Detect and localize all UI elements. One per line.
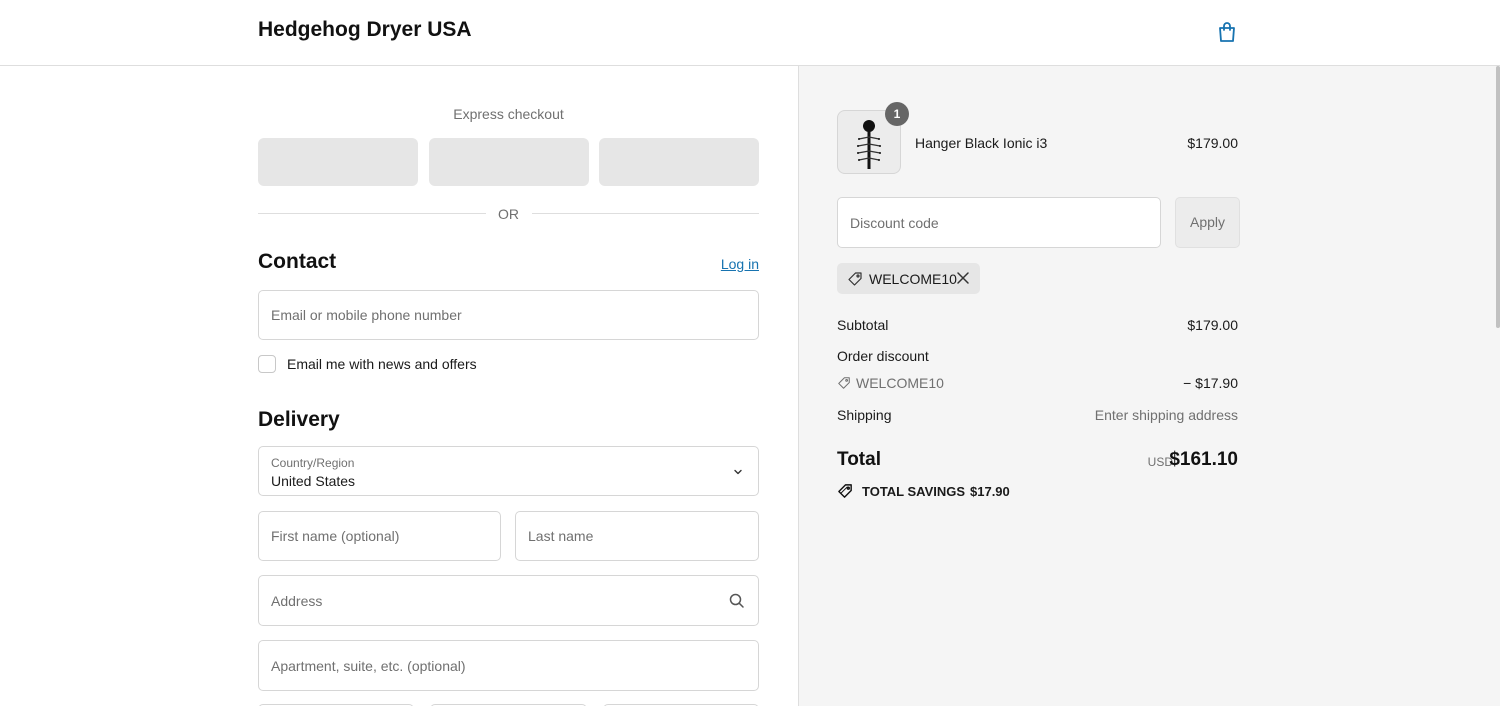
order-summary: 1 Hanger Black Ionic i3 $179.00 Discount… bbox=[798, 66, 1500, 706]
last-name-field[interactable]: Last name bbox=[515, 511, 759, 561]
shipping-value: Enter shipping address bbox=[1094, 407, 1238, 423]
divider-line-right bbox=[532, 213, 759, 214]
express-pay-button-3[interactable] bbox=[599, 138, 759, 186]
delivery-title: Delivery bbox=[258, 408, 340, 431]
express-pay-button-2[interactable] bbox=[429, 138, 589, 186]
applied-code: WELCOME10 bbox=[869, 271, 957, 287]
item-price: $179.00 bbox=[1187, 135, 1238, 151]
or-divider: OR bbox=[258, 206, 759, 222]
discount-amount: − $17.90 bbox=[1183, 375, 1238, 391]
store-name[interactable]: Hedgehog Dryer USA bbox=[258, 18, 472, 42]
item-name: Hanger Black Ionic i3 bbox=[915, 135, 1048, 151]
subtotal-label: Subtotal bbox=[837, 317, 889, 333]
search-icon bbox=[729, 593, 744, 608]
order-discount-label: Order discount bbox=[837, 348, 929, 364]
applied-discount-chip: WELCOME10 bbox=[837, 263, 980, 294]
express-pay-button-1[interactable] bbox=[258, 138, 418, 186]
first-name-placeholder: First name (optional) bbox=[271, 528, 400, 544]
discount-placeholder: Discount code bbox=[850, 215, 939, 231]
express-checkout-label: Express checkout bbox=[453, 106, 564, 122]
shopping-bag-icon[interactable] bbox=[1215, 20, 1239, 44]
chevron-down-icon bbox=[734, 469, 742, 475]
country-label: Country/Region bbox=[271, 456, 355, 470]
address-placeholder: Address bbox=[271, 592, 323, 609]
close-icon[interactable] bbox=[956, 271, 970, 285]
checkout-form: Express checkout OR Contact Log in Email… bbox=[0, 66, 798, 706]
apply-button[interactable]: Apply bbox=[1175, 197, 1240, 248]
address-field[interactable]: Address bbox=[258, 575, 759, 626]
last-name-placeholder: Last name bbox=[528, 528, 594, 544]
total-value: $161.10 bbox=[1169, 449, 1238, 470]
savings-tag-icon bbox=[838, 484, 852, 498]
contact-title: Contact bbox=[258, 250, 337, 273]
tag-icon bbox=[848, 272, 862, 286]
tag-icon bbox=[838, 377, 850, 389]
newsletter-checkbox[interactable] bbox=[258, 355, 276, 373]
apartment-field[interactable]: Apartment, suite, etc. (optional) bbox=[258, 640, 759, 691]
log-in-link[interactable]: Log in bbox=[721, 256, 759, 272]
discount-code-name: WELCOME10 bbox=[856, 375, 944, 391]
quantity-badge: 1 bbox=[885, 102, 909, 126]
subtotal-value: $179.00 bbox=[1187, 317, 1238, 333]
scrollbar[interactable] bbox=[1496, 66, 1500, 328]
country-select[interactable]: Country/Region United States bbox=[258, 446, 759, 496]
apartment-placeholder: Apartment, suite, etc. (optional) bbox=[271, 657, 466, 674]
savings-label: TOTAL SAVINGS bbox=[862, 484, 966, 499]
first-name-field[interactable]: First name (optional) bbox=[258, 511, 501, 561]
country-value: United States bbox=[271, 473, 356, 489]
discount-code-input[interactable]: Discount code bbox=[837, 197, 1161, 248]
or-label: OR bbox=[498, 206, 519, 222]
header: Hedgehog Dryer USA bbox=[0, 0, 1500, 66]
total-label: Total bbox=[837, 449, 881, 470]
email-placeholder: Email or mobile phone number bbox=[271, 307, 462, 323]
savings-value: $17.90 bbox=[970, 484, 1010, 499]
shipping-label: Shipping bbox=[837, 407, 892, 423]
newsletter-label[interactable]: Email me with news and offers bbox=[287, 356, 477, 372]
email-field[interactable]: Email or mobile phone number bbox=[258, 290, 759, 340]
